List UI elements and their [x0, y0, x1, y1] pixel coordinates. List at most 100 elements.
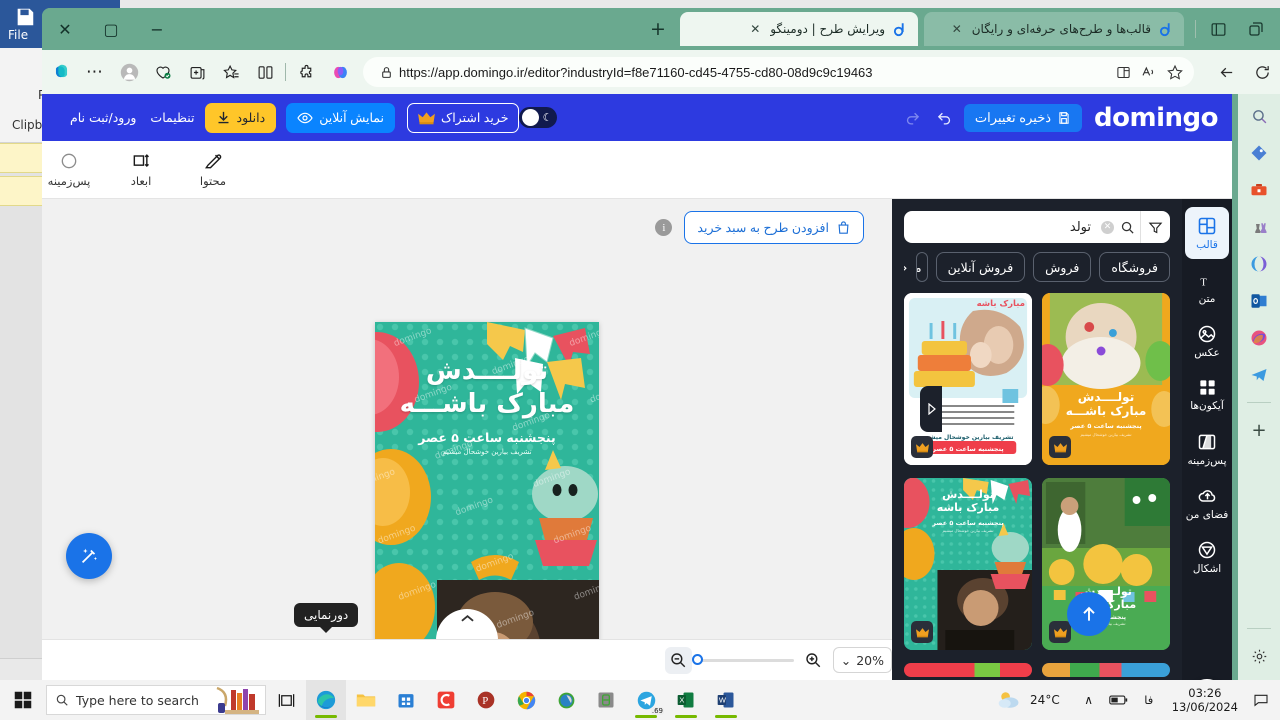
- subbar-item-dimensions[interactable]: ابعاد: [114, 151, 168, 188]
- filter-icon[interactable]: [1140, 211, 1170, 243]
- partly-cloudy-icon[interactable]: [992, 685, 1026, 715]
- zoom-slider[interactable]: [691, 654, 794, 665]
- browser-tab-2-active[interactable]: ویرایش طرح | دومینگو ✕: [680, 12, 918, 46]
- zoom-level-select[interactable]: ⌄ 20%: [832, 647, 892, 673]
- chip-sale[interactable]: فروش: [1033, 252, 1092, 282]
- subbar-item-background[interactable]: پس‌زمینه: [42, 151, 96, 188]
- collections-icon[interactable]: [216, 57, 246, 87]
- read-aloud-icon[interactable]: [1136, 59, 1162, 85]
- new-tab-button[interactable]: +: [642, 13, 674, 45]
- info-icon[interactable]: i: [655, 219, 673, 236]
- taskbar-chrome[interactable]: [506, 680, 546, 720]
- panel-collapse-handle[interactable]: [920, 386, 942, 432]
- gear-icon[interactable]: [1245, 642, 1273, 670]
- sidebar-item-image[interactable]: عکس: [1185, 315, 1229, 367]
- template-card-3[interactable]: تولــــدش مبارک باش پنجشنبه ساعـ تشریف ب…: [1042, 478, 1170, 650]
- settings-link[interactable]: تنظیمات: [150, 110, 194, 125]
- outlook-icon[interactable]: [1245, 287, 1273, 315]
- telegram-icon[interactable]: [1245, 361, 1273, 389]
- tab-actions-icon[interactable]: [1240, 13, 1272, 45]
- taskbar-camtasia[interactable]: [426, 680, 466, 720]
- chip-partial[interactable]: مل: [915, 252, 928, 282]
- vertical-tabs-icon[interactable]: [1202, 13, 1234, 45]
- sidebar-item-my-space[interactable]: فضای من: [1185, 477, 1229, 529]
- template-card-1[interactable]: تولــــدش مبارک باشـــه پنجشنبه ساعت ۵ ع…: [1042, 293, 1170, 465]
- sidebar-item-text[interactable]: TT متن: [1185, 261, 1229, 313]
- taskbar-telegram[interactable]: .69: [626, 680, 666, 720]
- buy-subscription-button[interactable]: خرید اشتراک: [407, 102, 520, 133]
- close-icon[interactable]: ✕: [949, 21, 965, 37]
- copilot-icon[interactable]: [46, 57, 76, 87]
- scroll-to-top-button[interactable]: [1067, 592, 1111, 636]
- reload-button[interactable]: [1247, 57, 1277, 87]
- back-button[interactable]: [1211, 57, 1241, 87]
- template-card-5-partial[interactable]: [1042, 663, 1170, 677]
- close-button[interactable]: ✕: [42, 8, 88, 50]
- download-button[interactable]: دانلود: [204, 102, 277, 133]
- taskbar-file-explorer[interactable]: [346, 680, 386, 720]
- search-icon[interactable]: [1245, 102, 1273, 130]
- performance-icon[interactable]: [148, 57, 178, 87]
- copilot-brain-icon[interactable]: [325, 57, 355, 87]
- minimize-button[interactable]: −: [134, 8, 180, 50]
- more-settings-icon[interactable]: ⋯: [80, 57, 110, 87]
- add-sidebar-app-button[interactable]: +: [1245, 416, 1273, 444]
- language-indicator[interactable]: فا: [1136, 685, 1162, 715]
- address-bar[interactable]: https://app.domingo.ir/editor?industryId…: [363, 57, 1194, 87]
- task-view-button[interactable]: [266, 680, 306, 720]
- online-preview-button[interactable]: نمایش آنلاین: [286, 102, 396, 133]
- subbar-item-content[interactable]: محتوا: [186, 151, 240, 188]
- designer-icon[interactable]: [1245, 324, 1273, 352]
- zoom-slider-knob[interactable]: [691, 654, 703, 665]
- chip-online-sale[interactable]: فروش آنلاین: [935, 252, 1026, 282]
- save-changes-button[interactable]: ذخیره تغییرات: [963, 103, 1083, 132]
- windows-start-button[interactable]: [0, 680, 46, 720]
- extensions-icon[interactable]: [291, 57, 321, 87]
- favorite-star-icon[interactable]: [1162, 59, 1188, 85]
- maximize-button[interactable]: ▢: [88, 8, 134, 50]
- zoom-in-button[interactable]: [800, 647, 827, 674]
- ai-magic-button[interactable]: [66, 533, 112, 579]
- template-card-6-partial[interactable]: [904, 663, 1032, 677]
- taskbar-idm[interactable]: [546, 680, 586, 720]
- sidebar-item-template[interactable]: قالب: [1185, 207, 1229, 259]
- tools-toolbox-icon[interactable]: [1245, 176, 1273, 204]
- shopping-tag-icon[interactable]: [1245, 139, 1273, 167]
- split-screen-icon[interactable]: [1110, 59, 1136, 85]
- app-logo[interactable]: domingo: [1094, 103, 1218, 133]
- browser-essentials-split-icon[interactable]: [250, 57, 280, 87]
- chips-prev-arrow[interactable]: ‹: [904, 252, 908, 282]
- undo-icon[interactable]: [932, 105, 958, 131]
- notification-icon[interactable]: [1248, 685, 1274, 715]
- browser-tab-1[interactable]: قالب‌ها و طرح‌های حرفه‌ای و رایگان ✕: [924, 12, 1184, 46]
- add-favorite-icon[interactable]: [182, 57, 212, 87]
- weather-temperature[interactable]: 24°C: [1030, 693, 1060, 707]
- sidebar-item-background[interactable]: پس‌زمینه: [1185, 423, 1229, 475]
- template-card-2[interactable]: مبارک باشه تشریف بیارین خوشحال میشیم پنج…: [904, 293, 1032, 465]
- battery-icon[interactable]: [1106, 685, 1132, 715]
- redo-icon[interactable]: [900, 105, 926, 131]
- taskbar-clock[interactable]: 03:26 13/06/2024: [1166, 686, 1244, 715]
- add-to-cart-button[interactable]: افزودن طرح به سبد خرید: [684, 211, 864, 244]
- taskbar-microsoft-store[interactable]: [386, 680, 426, 720]
- games-icon[interactable]: [1245, 213, 1273, 241]
- clear-search-icon[interactable]: ✕: [1101, 220, 1114, 234]
- office-icon[interactable]: [1245, 250, 1273, 278]
- taskbar-app-green[interactable]: [586, 680, 626, 720]
- taskbar-excel[interactable]: X: [666, 680, 706, 720]
- taskbar-search-box[interactable]: Type here to search: [46, 685, 266, 715]
- sidebar-item-icons[interactable]: آیکون‌ها: [1185, 369, 1229, 421]
- profile-avatar-icon[interactable]: [114, 57, 144, 87]
- taskbar-app-p[interactable]: P: [466, 680, 506, 720]
- tray-chevron-icon[interactable]: ∧: [1076, 685, 1102, 715]
- zoom-out-button[interactable]: [664, 646, 692, 674]
- dark-mode-toggle[interactable]: ☾: [519, 107, 558, 128]
- search-icon[interactable]: [1114, 220, 1140, 235]
- taskbar-word[interactable]: W: [706, 680, 746, 720]
- close-icon[interactable]: ✕: [747, 21, 763, 37]
- template-card-4[interactable]: تولــــدش مبارک باشه پنجشنبه ساعت ۵ عصر …: [904, 478, 1032, 650]
- taskbar-edge[interactable]: [306, 680, 346, 720]
- template-search-input[interactable]: [904, 211, 1101, 243]
- chip-store[interactable]: فروشگاه: [1099, 252, 1170, 282]
- login-register-link[interactable]: ورود/ثبت نام: [70, 110, 136, 125]
